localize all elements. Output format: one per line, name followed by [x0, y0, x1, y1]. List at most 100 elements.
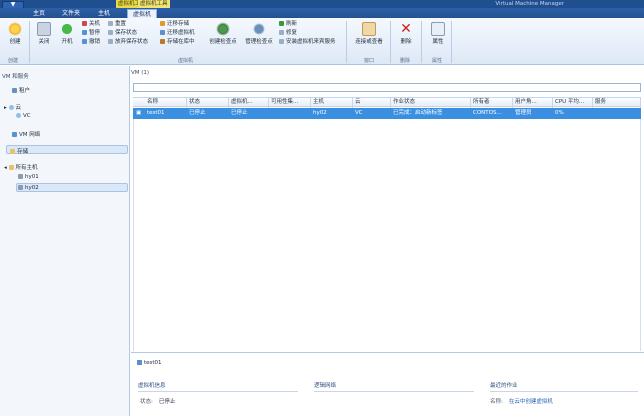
- power-icon: [60, 22, 74, 36]
- reset-label: 重置: [115, 21, 127, 27]
- divider: [314, 391, 474, 392]
- properties-icon: [431, 22, 445, 36]
- properties-button[interactable]: 属性: [428, 22, 448, 45]
- connect-view-label: 连接或查看: [355, 39, 383, 45]
- column-header[interactable]: 虚拟机...: [229, 98, 269, 108]
- store-library-label: 存储在库中: [167, 39, 195, 45]
- ribbon: 创建 创建 关闭 开机 关机 暂停 撤销 重置 保存状态 放弃保存状态 迁移存储…: [0, 18, 644, 65]
- column-header[interactable]: 主机: [311, 98, 353, 108]
- save-state-label: 保存状态: [115, 30, 138, 36]
- nav-item-hy02[interactable]: hy02: [18, 185, 39, 191]
- nav-label: 租户: [19, 88, 31, 94]
- nav-header: VM 和服务: [2, 74, 29, 80]
- host-icon: [18, 185, 23, 190]
- discard-saved-button[interactable]: 放弃保存状态: [108, 39, 148, 46]
- nav-item-clouds[interactable]: ▸ 云: [4, 103, 21, 111]
- window-title: Virtual Machine Manager: [495, 1, 564, 7]
- filter-input[interactable]: [133, 83, 641, 92]
- pause-button[interactable]: 暂停: [82, 30, 100, 37]
- divider: [490, 391, 638, 392]
- column-header[interactable]: 所有者: [471, 98, 513, 108]
- tab-folder[interactable]: 文件夹: [57, 9, 85, 18]
- cell-cpu: 0%: [555, 110, 564, 116]
- column-header[interactable]: CPU 平均...: [553, 98, 593, 108]
- install-guest-label: 安装虚拟机来宾服务: [286, 39, 336, 45]
- job-name-field: 名称: 在云中创建虚拟机: [490, 397, 553, 405]
- delete-button[interactable]: ✕ 删除: [396, 22, 416, 45]
- checkpoint-icon: [216, 22, 230, 36]
- power-off-button[interactable]: 关机: [82, 21, 100, 28]
- save-state-button[interactable]: 保存状态: [108, 30, 137, 37]
- nav-item-vm-networks[interactable]: VM 网络: [12, 130, 40, 138]
- tab-home[interactable]: 主页: [28, 9, 50, 18]
- sun-icon: [8, 22, 22, 36]
- repair-button[interactable]: 修复: [279, 30, 297, 37]
- power-off-icon: [82, 21, 87, 26]
- divider: [451, 21, 452, 63]
- vm-icon: [137, 360, 142, 365]
- nav-label: hy01: [25, 174, 39, 180]
- migrate-vm-label: 迁移虚拟机: [167, 30, 195, 36]
- connect-view-button[interactable]: 连接或查看: [352, 22, 386, 45]
- cell-host: hy02: [313, 110, 327, 116]
- manage-checkpoint-icon: [252, 22, 266, 36]
- nav-item-hy01[interactable]: hy01: [18, 174, 39, 180]
- tab-vm[interactable]: 虚拟机: [127, 9, 158, 18]
- reset-button[interactable]: 重置: [108, 21, 126, 28]
- refresh-button[interactable]: 刷新: [279, 21, 297, 28]
- detail-tab-label: test01: [144, 360, 162, 366]
- column-header[interactable]: 云: [353, 98, 391, 108]
- navigation-pane: VM 和服务 租户 ▸ 云 VC VM 网络 存储 ◂ 所有主机 hy01 hy…: [0, 66, 130, 416]
- table-row[interactable]: ▣ test01 已停止 已停止 hy02 VC 已完成：启动新标签 CONTO…: [133, 108, 641, 119]
- manage-checkpoint-label: 管理检查点: [245, 39, 273, 45]
- job-name-key: 名称:: [490, 399, 503, 405]
- nav-item-tenants[interactable]: 租户: [12, 86, 30, 94]
- column-header[interactable]: 名称: [145, 98, 187, 108]
- manage-checkpoint-button[interactable]: 管理检查点: [242, 22, 276, 45]
- install-guest-button[interactable]: 安装虚拟机来宾服务: [279, 39, 336, 46]
- tab-host[interactable]: 主机: [93, 9, 115, 18]
- group-label-vm: 虚拟机: [178, 58, 194, 64]
- group-label-create: 创建: [8, 58, 19, 64]
- vm-list-body: [133, 119, 641, 351]
- status-value: 已停止: [158, 399, 176, 405]
- vm-list-header: VM (1): [131, 70, 150, 76]
- status-field: 状态: 已停止: [140, 397, 175, 405]
- nav-item-storage[interactable]: 存储: [10, 147, 28, 155]
- column-header[interactable]: 状态: [187, 98, 229, 108]
- create-button[interactable]: 创建: [6, 22, 24, 45]
- cell-owner: CONTOS...: [473, 110, 502, 116]
- cloud-icon: [16, 113, 21, 118]
- migrate-vm-button[interactable]: 迁移虚拟机: [160, 30, 195, 37]
- column-header[interactable]: 用户角...: [513, 98, 553, 108]
- divider: [390, 21, 391, 63]
- group-label-window: 窗口: [364, 58, 375, 64]
- ribbon-tabs: 主页 文件夹 主机 虚拟机: [0, 8, 644, 18]
- store-library-button[interactable]: 存储在库中: [160, 39, 195, 46]
- undo-button[interactable]: 撤销: [82, 39, 100, 46]
- create-label: 创建: [9, 39, 21, 45]
- vm-icon: ▣: [136, 110, 142, 116]
- column-header[interactable]: 作业状态: [391, 98, 471, 108]
- create-checkpoint-button[interactable]: 创建检查点: [206, 22, 240, 45]
- migrate-storage-button[interactable]: 迁移存储: [160, 21, 189, 28]
- divider: [138, 391, 298, 392]
- folder-icon: [8, 165, 14, 170]
- job-name-link[interactable]: 在云中创建虚拟机: [509, 399, 553, 405]
- cloud-icon: [8, 105, 14, 110]
- detail-tab[interactable]: test01: [137, 360, 162, 366]
- start-button[interactable]: 开机: [58, 22, 76, 45]
- undo-label: 撤销: [89, 39, 101, 45]
- section-network: 逻辑网络: [314, 383, 337, 389]
- nav-label: 云: [15, 105, 22, 111]
- column-header[interactable]: 服务: [593, 98, 641, 108]
- discard-icon: [108, 39, 113, 44]
- divider: [131, 352, 644, 353]
- title-bar: ▼ 虚拟机工具 虚拟机工具 Virtual Machine Manager: [0, 0, 644, 9]
- shutdown-button[interactable]: 关闭: [35, 22, 53, 45]
- nav-item-vc[interactable]: VC: [16, 113, 31, 119]
- nav-item-all-hosts[interactable]: ◂ 所有主机: [4, 163, 38, 171]
- power-off-label: 关机: [89, 21, 101, 27]
- cell-name: test01: [147, 110, 165, 116]
- column-header[interactable]: 可用性集...: [269, 98, 311, 108]
